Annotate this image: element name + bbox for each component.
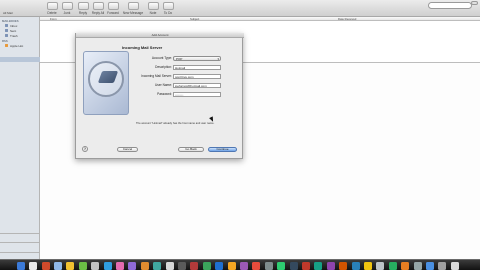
to-do-label: To Do: [163, 11, 173, 15]
sidebar-divider: [0, 242, 40, 243]
dock-app-icon[interactable]: [240, 261, 248, 270]
sidebar-item-sent[interactable]: Sent: [10, 29, 16, 33]
dock-app-icon[interactable]: [438, 261, 447, 270]
sidebar-item-apple-hot[interactable]: Apple Hot: [10, 44, 23, 48]
new-message-button[interactable]: [128, 2, 139, 10]
dock-app-icon[interactable]: [264, 261, 273, 270]
dock-app-icon[interactable]: [190, 261, 199, 270]
dock-app-icon[interactable]: [314, 261, 323, 270]
dock-app-icon[interactable]: [351, 261, 360, 270]
account-type-select[interactable]: POP ▾: [173, 55, 221, 61]
forward-button[interactable]: [108, 2, 119, 10]
sidebar-divider: [0, 233, 40, 234]
sidebar-item-trash[interactable]: Trash: [10, 34, 18, 38]
dock-app-icon[interactable]: [116, 261, 124, 270]
go-back-button[interactable]: Go Back: [178, 147, 204, 152]
junk-button[interactable]: [62, 2, 73, 10]
sidebar-selection[interactable]: [0, 57, 40, 62]
rss-icon: [5, 44, 8, 47]
sent-icon: [5, 29, 8, 32]
reply-button[interactable]: [78, 2, 89, 10]
dock-app-icon[interactable]: [401, 261, 410, 270]
dock-app-icon[interactable]: [165, 261, 174, 270]
column-date-received[interactable]: Date Received: [338, 17, 356, 21]
dock-app-icon[interactable]: [128, 261, 137, 270]
toolbar: All Mail Delete Junk Reply Reply All For…: [0, 0, 480, 17]
dock-app-icon[interactable]: [388, 261, 397, 270]
description-field[interactable]: Hotmail: [173, 64, 221, 70]
user-name-label: User Name:: [154, 83, 172, 87]
search-input[interactable]: [428, 1, 472, 9]
dock-app-icon[interactable]: [178, 261, 186, 270]
reply-all-button[interactable]: [93, 2, 104, 10]
account-note: The account "Hotmail" already has the ho…: [136, 122, 215, 125]
dock-app-icon[interactable]: [91, 261, 100, 270]
dock-app-icon[interactable]: [215, 261, 224, 270]
cancel-button[interactable]: Cancel: [117, 147, 138, 152]
toolbar-toggle-button[interactable]: [471, 1, 478, 5]
help-button[interactable]: ?: [82, 146, 88, 152]
sidebar-header-mailboxes: MAILBOXES: [2, 19, 19, 23]
sidebar: MAILBOXES Inbox Sent Trash RSS Apple Hot: [0, 17, 40, 260]
delete-button[interactable]: [47, 2, 58, 10]
dock-app-icon[interactable]: [227, 261, 236, 270]
dock-app-icon[interactable]: [252, 261, 261, 270]
column-subject[interactable]: Subject: [190, 17, 199, 21]
dock-app-icon[interactable]: [339, 261, 348, 270]
user-name-field[interactable]: joeforrest@hotmail.com: [173, 82, 221, 88]
note-button[interactable]: [148, 2, 159, 10]
dock-app-icon[interactable]: [277, 261, 286, 270]
dock-app-icon[interactable]: [41, 261, 50, 270]
inbox-icon: [5, 24, 8, 27]
dock-app-icon[interactable]: [326, 261, 335, 270]
dock-app-icon[interactable]: [302, 261, 310, 270]
dock-app-icon[interactable]: [289, 261, 298, 270]
password-field[interactable]: ••••••••: [173, 91, 221, 97]
dock-app-icon[interactable]: [66, 261, 75, 270]
dock-app-icon[interactable]: [140, 261, 149, 270]
sidebar-item-inbox[interactable]: Inbox: [10, 24, 17, 28]
sidebar-divider: [0, 252, 40, 253]
password-label: Password:: [157, 92, 172, 96]
dock-app-icon[interactable]: [364, 261, 372, 270]
dock: [0, 259, 480, 270]
dock-app-icon[interactable]: [413, 261, 422, 270]
dock-app-icon[interactable]: [153, 261, 162, 270]
add-account-sheet: Add Account Incoming Mail Server Account…: [75, 33, 244, 159]
dock-app-icon[interactable]: [103, 261, 112, 270]
dock-app-icon[interactable]: [450, 261, 459, 270]
dock-app-icon[interactable]: [78, 261, 87, 270]
chevron-down-icon: ▾: [217, 56, 219, 61]
message-list-header: From Subject Date Received: [40, 17, 480, 21]
dock-app-icon[interactable]: [426, 261, 434, 270]
dock-app-icon[interactable]: [16, 261, 25, 270]
continue-button[interactable]: Continue: [208, 147, 237, 152]
section-heading: Incoming Mail Server: [122, 45, 163, 50]
description-label: Description:: [155, 65, 172, 69]
trash-icon: [5, 34, 8, 37]
sheet-title: Add Account: [76, 33, 244, 38]
dock-app-icon[interactable]: [202, 261, 211, 270]
account-type-label: Account Type:: [151, 56, 172, 60]
window-title: All Mail: [3, 11, 13, 15]
to-do-button[interactable]: [163, 2, 174, 10]
dock-app-icon[interactable]: [376, 261, 385, 270]
dock-app-icon[interactable]: [29, 261, 38, 270]
column-from[interactable]: From: [50, 17, 57, 21]
dock-app-icon[interactable]: [54, 261, 62, 270]
incoming-server-field[interactable]: pop3.live.com: [173, 73, 221, 79]
sidebar-header-rss: RSS: [2, 39, 8, 43]
account-type-value: POP: [176, 56, 183, 61]
incoming-server-label: Incoming Mail Server:: [141, 74, 172, 78]
